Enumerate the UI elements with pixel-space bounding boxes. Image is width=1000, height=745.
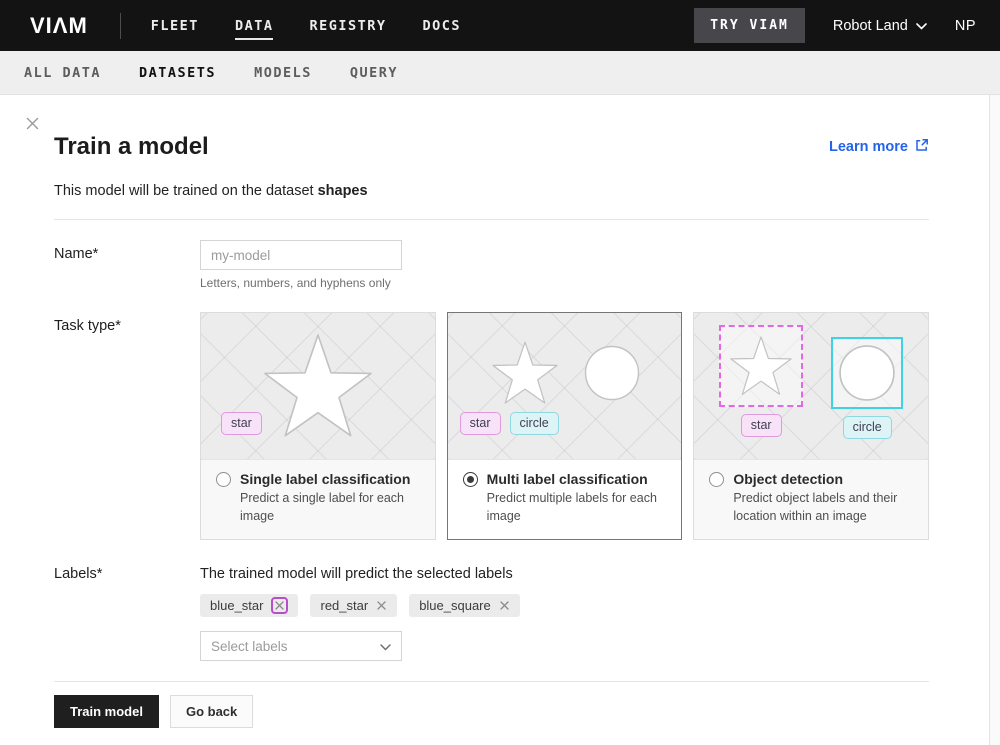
circle-shape [838, 344, 896, 402]
dataset-subtitle: This model will be trained on the datase… [54, 183, 929, 199]
label-chip: blue_star [200, 594, 298, 617]
remove-chip-icon[interactable] [499, 600, 510, 611]
labels-select[interactable]: Select labels [200, 631, 402, 661]
star-tag: star [221, 412, 262, 435]
selected-labels: blue_star red_star blue_square [200, 594, 929, 617]
card-title: Single label classification [240, 471, 410, 487]
task-card-multi-label[interactable]: star circle Multi label classification P… [447, 312, 683, 540]
name-helper-text: Letters, numbers, and hyphens only [200, 276, 929, 290]
top-header: VIΛM FLEET DATA REGISTRY DOCS TRY VIAM R… [0, 0, 1000, 51]
star-shape [728, 335, 794, 397]
model-name-input[interactable] [200, 240, 402, 270]
labels-hint: The trained model will predict the selec… [200, 560, 929, 582]
tab-models[interactable]: MODELS [254, 65, 312, 81]
star-tag: star [460, 412, 501, 435]
task-type-label: Task type* [54, 312, 200, 540]
actions-divider [54, 681, 929, 682]
data-subnav: ALL DATA DATASETS MODELS QUERY [0, 51, 1000, 95]
radio-multi-label[interactable] [463, 472, 478, 487]
card-title: Multi label classification [487, 471, 648, 487]
header-divider [120, 13, 121, 39]
train-model-button[interactable]: Train model [54, 695, 159, 728]
tab-all-data[interactable]: ALL DATA [24, 65, 101, 81]
star-shape [260, 330, 376, 442]
remove-chip-icon[interactable] [376, 600, 387, 611]
star-shape [490, 340, 560, 406]
avatar[interactable]: NP [955, 18, 976, 34]
star-tag: star [741, 414, 782, 437]
task-card-single-label[interactable]: star Single label classification Predict… [200, 312, 436, 540]
nav-fleet[interactable]: FLEET [151, 12, 199, 40]
multi-label-preview: star circle [448, 313, 682, 460]
remove-chip-icon[interactable] [271, 597, 288, 614]
nav-registry[interactable]: REGISTRY [309, 12, 386, 40]
name-label: Name* [54, 240, 200, 290]
card-title: Object detection [733, 471, 843, 487]
nav-data[interactable]: DATA [235, 12, 274, 40]
chip-text: blue_star [210, 598, 263, 613]
card-description: Predict multiple labels for each image [487, 490, 667, 525]
go-back-button[interactable]: Go back [170, 695, 253, 728]
labels-label: Labels* [54, 560, 200, 661]
tab-datasets[interactable]: DATASETS [139, 65, 216, 81]
org-switcher[interactable]: Robot Land [833, 18, 927, 34]
star-bounding-box [719, 325, 803, 407]
top-nav: FLEET DATA REGISTRY DOCS [151, 12, 461, 40]
tab-query[interactable]: QUERY [350, 65, 398, 81]
circle-shape [584, 345, 640, 401]
chevron-down-icon [916, 18, 927, 34]
single-label-preview: star [201, 313, 435, 460]
radio-single-label[interactable] [216, 472, 231, 487]
label-chip: red_star [310, 594, 397, 617]
section-divider [54, 219, 929, 220]
page-title: Train a model [54, 133, 209, 161]
try-viam-button[interactable]: TRY VIAM [694, 8, 805, 43]
select-placeholder: Select labels [211, 639, 288, 654]
train-model-panel: Train a model Learn more This model will… [0, 95, 990, 745]
circle-bounding-box [831, 337, 903, 409]
chip-text: blue_square [419, 598, 491, 613]
task-card-object-detection[interactable]: star circle [693, 312, 929, 540]
close-icon[interactable] [24, 115, 41, 132]
label-chip: blue_square [409, 594, 520, 617]
viam-logo[interactable]: VIΛM [30, 13, 88, 39]
external-link-icon [915, 138, 929, 156]
object-detection-preview: star circle [694, 313, 928, 460]
circle-tag: circle [510, 412, 559, 435]
dataset-name: shapes [318, 183, 368, 199]
nav-docs[interactable]: DOCS [422, 12, 461, 40]
radio-object-detection[interactable] [709, 472, 724, 487]
org-name: Robot Land [833, 18, 908, 34]
card-description: Predict object labels and their location… [733, 490, 913, 525]
learn-more-link[interactable]: Learn more [829, 138, 929, 156]
chevron-down-icon [380, 639, 391, 654]
card-description: Predict a single label for each image [240, 490, 420, 525]
circle-tag: circle [843, 416, 892, 439]
learn-more-label: Learn more [829, 139, 908, 155]
chip-text: red_star [320, 598, 368, 613]
